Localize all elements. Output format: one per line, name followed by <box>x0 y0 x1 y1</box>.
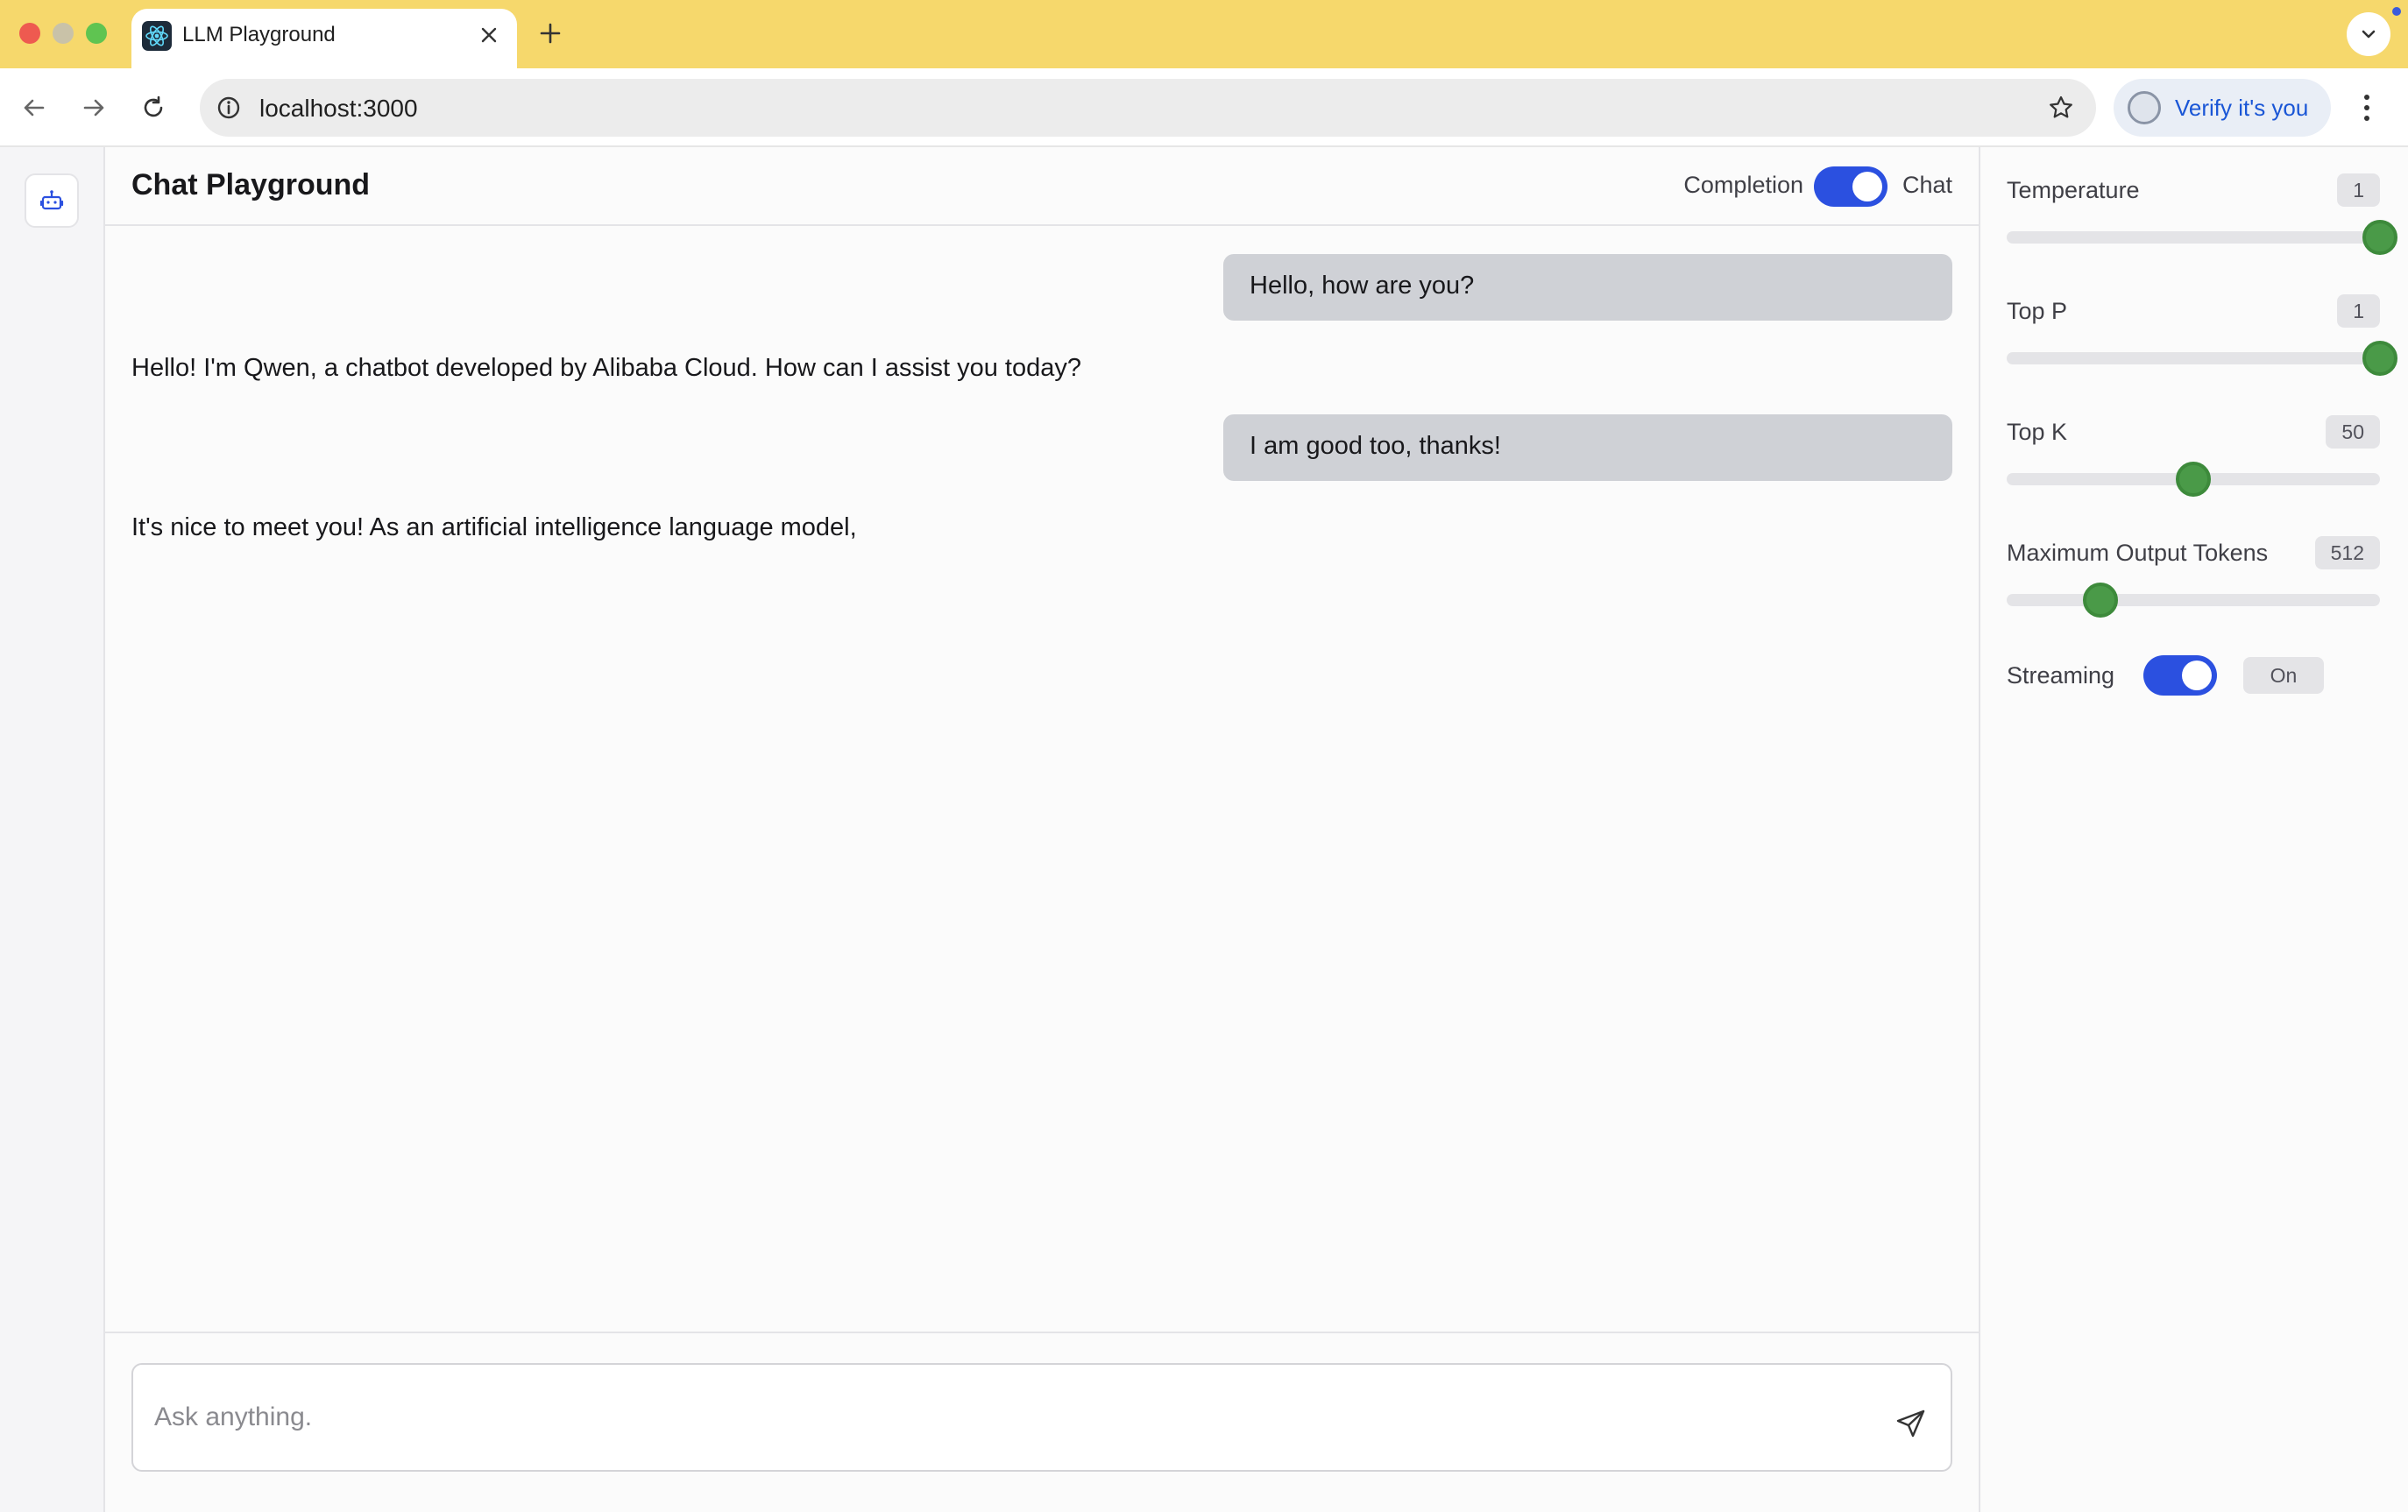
composer-area <box>105 1332 1979 1512</box>
temperature-value[interactable]: 1 <box>2337 173 2380 207</box>
top-k-value[interactable]: 50 <box>2326 415 2380 449</box>
chat-main-panel: Chat Playground Completion Chat Hello, h… <box>105 147 1979 1512</box>
toggle-knob <box>1852 172 1882 201</box>
max-output-tokens-label: Maximum Output Tokens <box>2007 540 2269 566</box>
url-text[interactable]: localhost:3000 <box>259 95 418 123</box>
site-info-icon[interactable] <box>212 91 245 124</box>
tab-close-icon[interactable] <box>473 19 505 51</box>
bot-nav-button[interactable] <box>25 173 79 228</box>
mode-toggle-switch[interactable] <box>1814 166 1887 207</box>
assistant-message: Hello! I'm Qwen, a chatbot developed by … <box>131 354 1081 382</box>
mode-label-chat[interactable]: Chat <box>1902 172 1952 199</box>
user-message-bubble: I am good too, thanks! <box>1223 414 1952 481</box>
send-icon[interactable] <box>1889 1402 1933 1445</box>
toggle-knob <box>2182 661 2212 690</box>
address-bar[interactable]: localhost:3000 <box>200 79 2096 137</box>
temperature-slider[interactable] <box>2007 220 2397 255</box>
profile-avatar-icon <box>2128 91 2161 124</box>
chat-header: Chat Playground Completion Chat <box>105 147 1979 226</box>
streaming-label: Streaming <box>2007 662 2115 689</box>
browser-tab-active[interactable]: LLM Playground <box>131 9 517 68</box>
back-arrow-icon[interactable] <box>14 88 54 128</box>
left-sidebar <box>0 147 105 1512</box>
streaming-toggle-switch[interactable] <box>2143 655 2217 696</box>
forward-arrow-icon[interactable] <box>74 88 114 128</box>
page-title: Chat Playground <box>131 168 371 201</box>
react-logo-icon <box>142 21 172 51</box>
window-close-button[interactable] <box>19 23 40 44</box>
app-root: Chat Playground Completion Chat Hello, h… <box>0 147 2408 1512</box>
reload-icon[interactable] <box>133 88 174 128</box>
notification-dot <box>2392 7 2401 16</box>
tab-search-chevron-down-icon[interactable] <box>2347 12 2390 56</box>
verify-label: Verify it's you <box>2175 94 2309 121</box>
window-maximize-button[interactable] <box>86 23 107 44</box>
profile-verify-button[interactable]: Verify it's you <box>2114 79 2331 137</box>
bookmark-star-icon[interactable] <box>2043 90 2079 125</box>
mode-label-completion[interactable]: Completion <box>1683 172 1803 199</box>
max-output-tokens-value[interactable]: 512 <box>2314 536 2380 569</box>
top-p-value[interactable]: 1 <box>2337 294 2380 328</box>
assistant-message: It's nice to meet you! As an artificial … <box>131 513 857 541</box>
top-p-slider-thumb[interactable] <box>2362 341 2397 376</box>
max-output-tokens-slider-thumb[interactable] <box>2082 583 2118 618</box>
streaming-state-badge: On <box>2243 657 2324 694</box>
tab-title: LLM Playground <box>182 23 336 46</box>
temperature-label: Temperature <box>2007 177 2140 203</box>
bot-icon <box>39 190 64 210</box>
browser-menu-kebab-icon[interactable] <box>2354 88 2380 128</box>
new-tab-plus-icon[interactable] <box>533 16 568 51</box>
top-k-slider[interactable] <box>2007 462 2380 497</box>
top-p-slider[interactable] <box>2007 341 2397 376</box>
browser-toolbar: localhost:3000 Verify it's you <box>0 68 2408 147</box>
composer-box <box>131 1363 1952 1472</box>
top-k-label: Top K <box>2007 419 2068 445</box>
settings-panel: Temperature 1 Top P 1 Top K 50 Maximum O… <box>1979 147 2408 1512</box>
window-minimize-button[interactable] <box>53 23 74 44</box>
chat-input[interactable] <box>133 1365 1951 1470</box>
user-message-bubble: Hello, how are you? <box>1223 254 1952 321</box>
top-p-label: Top P <box>2007 298 2068 324</box>
max-output-tokens-slider[interactable] <box>2007 583 2380 618</box>
browser-tab-bar: LLM Playground <box>0 0 2408 68</box>
top-k-slider-thumb[interactable] <box>2176 462 2211 497</box>
temperature-slider-thumb[interactable] <box>2362 220 2397 255</box>
